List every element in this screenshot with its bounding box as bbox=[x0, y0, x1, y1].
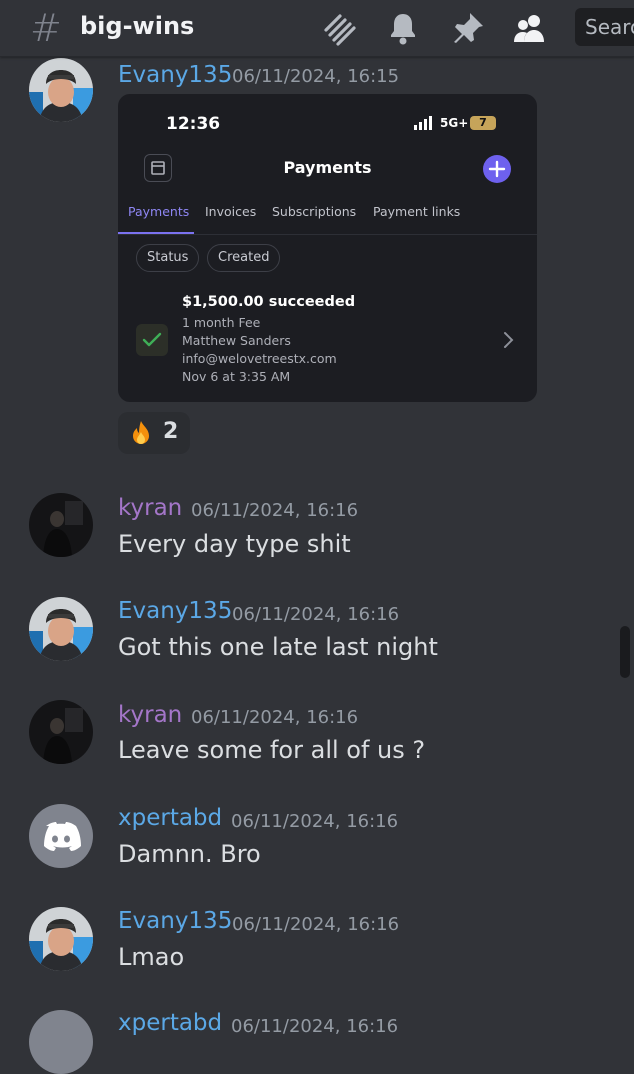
tab-subscriptions: Subscriptions bbox=[272, 204, 357, 219]
message-author[interactable]: Evany135 bbox=[118, 62, 232, 88]
message-author[interactable]: kyran bbox=[118, 495, 182, 521]
payment-email: info@welovetreestx.com bbox=[182, 351, 337, 366]
members-icon[interactable] bbox=[512, 10, 548, 46]
avatar-xpertabd[interactable] bbox=[29, 804, 93, 868]
avatar-evany135[interactable] bbox=[29, 597, 93, 661]
message-author[interactable]: Evany135 bbox=[118, 908, 232, 934]
image-attachment[interactable]: 12:36 5G+ 7 Payments Payments Invoices S… bbox=[118, 94, 537, 402]
payment-description: 1 month Fee bbox=[182, 315, 261, 330]
hash-icon: # bbox=[30, 6, 62, 50]
avatar-image bbox=[29, 493, 93, 557]
chevron-right-icon bbox=[504, 332, 514, 348]
battery-icon: 7 bbox=[470, 116, 496, 130]
tab-payments: Payments bbox=[128, 204, 190, 219]
phone-status-time: 12:36 bbox=[166, 114, 221, 134]
payment-date: Nov 6 at 3:35 AM bbox=[182, 369, 291, 384]
avatar-image bbox=[29, 58, 93, 122]
channel-name: big-wins bbox=[80, 12, 195, 40]
avatar-xpertabd[interactable] bbox=[29, 1010, 93, 1074]
message-content: Every day type shit bbox=[118, 530, 351, 558]
add-icon bbox=[483, 155, 511, 183]
message-content: Leave some for all of us ? bbox=[118, 736, 426, 764]
signal-icon bbox=[414, 116, 432, 130]
pin-icon[interactable] bbox=[450, 10, 486, 46]
message-timestamp: 06/11/2024, 16:16 bbox=[191, 500, 359, 521]
divider bbox=[118, 234, 537, 235]
avatar-image bbox=[29, 907, 93, 971]
filter-created-chip: Created bbox=[207, 244, 281, 272]
tab-payment-links: Payment links bbox=[373, 204, 461, 219]
payment-amount: $1,500.00 succeeded bbox=[182, 294, 356, 310]
threads-icon[interactable] bbox=[320, 10, 356, 46]
tab-invoices: Invoices bbox=[205, 204, 257, 219]
filter-status-chip: Status bbox=[136, 244, 200, 272]
message-content: Got this one late last night bbox=[118, 633, 438, 661]
reaction-count: 2 bbox=[163, 419, 179, 444]
bell-icon[interactable] bbox=[385, 10, 421, 46]
avatar-kyran[interactable] bbox=[29, 700, 93, 764]
message-content: Lmao bbox=[118, 943, 185, 971]
message-timestamp: 06/11/2024, 16:16 bbox=[231, 811, 399, 832]
avatar-image bbox=[29, 597, 93, 661]
message-author[interactable]: xpertabd bbox=[118, 1010, 222, 1036]
avatar-evany135[interactable] bbox=[29, 907, 93, 971]
fire-icon bbox=[133, 421, 149, 444]
message-timestamp: 06/11/2024, 16:16 bbox=[232, 914, 400, 935]
channel-header: # big-wins Search bbox=[0, 0, 634, 57]
avatar-image bbox=[29, 700, 93, 764]
payment-customer: Matthew Sanders bbox=[182, 333, 291, 348]
message-content: Damnn. Bro bbox=[118, 840, 261, 868]
payments-title: Payments bbox=[283, 158, 372, 177]
network-label: 5G+ bbox=[440, 116, 469, 130]
message-timestamp: 06/11/2024, 16:15 bbox=[232, 66, 400, 87]
reaction-button[interactable]: 2 bbox=[118, 412, 190, 454]
search-input[interactable]: Search bbox=[575, 8, 634, 46]
scrollbar-thumb[interactable] bbox=[620, 626, 630, 678]
discord-logo-icon bbox=[44, 822, 81, 851]
message-author[interactable]: Evany135 bbox=[118, 598, 232, 624]
avatar-kyran[interactable] bbox=[29, 493, 93, 557]
message-author[interactable]: kyran bbox=[118, 702, 182, 728]
check-icon bbox=[136, 324, 168, 356]
message-timestamp: 06/11/2024, 16:16 bbox=[191, 707, 359, 728]
message-author[interactable]: xpertabd bbox=[118, 805, 222, 831]
avatar-evany135[interactable] bbox=[29, 58, 93, 122]
message-timestamp: 06/11/2024, 16:16 bbox=[231, 1016, 399, 1037]
message-timestamp: 06/11/2024, 16:16 bbox=[232, 604, 400, 625]
